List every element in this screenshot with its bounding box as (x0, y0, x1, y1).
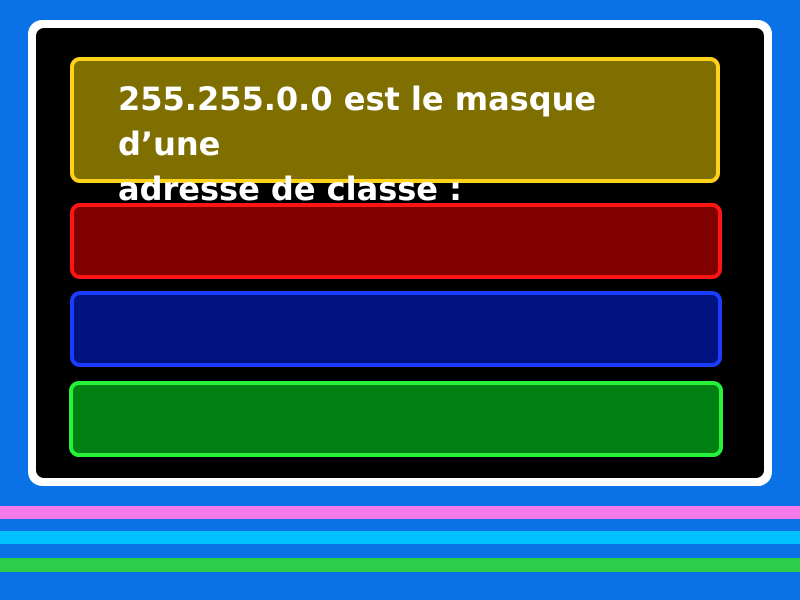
question-box: 255.255.0.0 est le masque d’une adresse … (70, 57, 720, 208)
quiz-board: 255.255.0.0 est le masque d’une adresse … (28, 20, 772, 486)
quiz-board-inner: 255.255.0.0 est le masque d’une adresse … (36, 28, 764, 478)
answer-option-green[interactable] (69, 381, 723, 457)
decorative-stripe-cyan (0, 531, 800, 544)
question-text: 255.255.0.0 est le masque d’une adresse … (118, 80, 597, 208)
answer-option-blue[interactable] (70, 291, 722, 367)
decorative-stripe-green (0, 558, 800, 572)
decorative-stripe-pink (0, 506, 800, 519)
answer-option-red[interactable] (70, 203, 722, 279)
